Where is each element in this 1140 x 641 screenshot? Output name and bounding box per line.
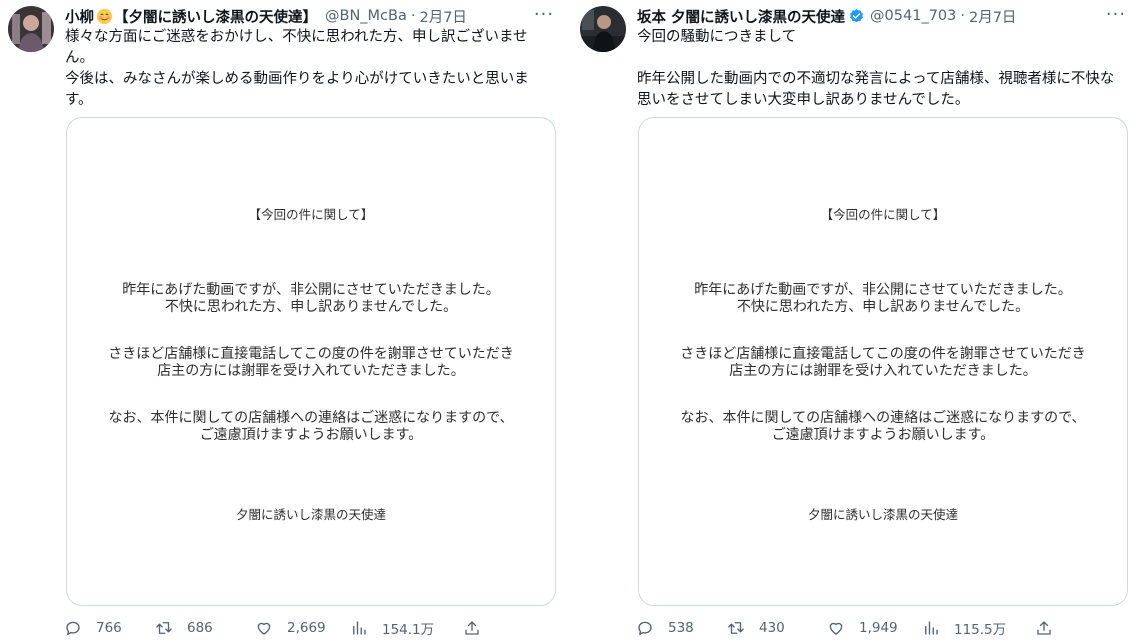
retweet-count: 430 bbox=[759, 620, 785, 636]
card-line: 昨年にあげた動画ですが、非公開にさせていただきました。 bbox=[694, 282, 1072, 298]
reply-icon bbox=[66, 621, 80, 636]
card-signature: 夕闇に誘いし漆黒の天使達 bbox=[807, 507, 958, 522]
retweet-button[interactable]: 686 bbox=[155, 619, 255, 637]
reply-button[interactable]: 766 bbox=[64, 619, 155, 637]
like-icon bbox=[257, 622, 271, 635]
share-icon bbox=[465, 621, 479, 635]
card-line: ご遠慮頂けますようお願いします。 bbox=[199, 427, 423, 443]
reply-button[interactable]: 538 bbox=[636, 619, 727, 637]
reply-icon bbox=[638, 621, 652, 636]
tweet-text: 今回の騒動につきまして 昨年公開した動画内での不適切な発言によって店舗様、視聴者… bbox=[637, 27, 1125, 111]
separator: · bbox=[410, 8, 416, 24]
views-count: 115.5万 bbox=[954, 622, 1007, 638]
action-bar: 538 430 1,949 115.5万 bbox=[636, 617, 1056, 639]
card-line: 店主の方には謝罪を受け入れていただきました。 bbox=[157, 363, 465, 379]
action-bar: 766 686 2,669 154.1万 bbox=[64, 617, 484, 639]
card-line: 店主の方には謝罪を受け入れていただきました。 bbox=[729, 363, 1037, 379]
avatar[interactable] bbox=[580, 6, 626, 52]
verified-badge-icon bbox=[850, 8, 863, 22]
avatar[interactable] bbox=[8, 6, 54, 52]
more-icon[interactable]: ··· bbox=[1104, 2, 1128, 26]
card-line: なお、本件に関しての店舗様への連絡はご迷惑になりますので、 bbox=[680, 410, 1086, 426]
user-handle[interactable]: @BN_McBa bbox=[325, 8, 407, 24]
retweet-count: 686 bbox=[187, 620, 213, 636]
image-card[interactable]: 【今回の件に関して】 昨年にあげた動画ですが、非公開にさせていただきました。 不… bbox=[638, 117, 1128, 606]
card-line: ご遠慮頂けますようお願いします。 bbox=[771, 427, 995, 443]
like-count: 1,949 bbox=[859, 620, 898, 636]
display-name[interactable]: 坂本 夕闇に誘いし漆黒の天使達 bbox=[637, 6, 845, 27]
views-count: 154.1万 bbox=[382, 622, 435, 638]
card-line: 昨年にあげた動画ですが、非公開にさせていただきました。 bbox=[122, 282, 500, 298]
tweet-text: 様々な方面にご迷惑をおかけし、不快に思われた方、申し訳ございません。 今後は、み… bbox=[65, 27, 553, 111]
card-signature: 夕闇に誘いし漆黒の天使達 bbox=[235, 507, 386, 522]
card-paragraph-3: なお、本件に関しての店舗様への連絡はご迷惑になりますので、 ご遠慮頂けますようお… bbox=[67, 410, 555, 444]
separator: · bbox=[960, 8, 965, 24]
card-title: 【今回の件に関して】 bbox=[820, 207, 946, 222]
tweet-line: 今後は、みなさんが楽しめる動画作りをより心がけていきたいと思います。 bbox=[65, 71, 529, 108]
tweet-left: 小柳 【夕闇に誘いし漆黒の天使達】 @BN_McBa · 2月7日 ··· 様々… bbox=[0, 0, 560, 641]
card-line: さきほど店舗様に直接電話してこの度の件を謝罪させていただき bbox=[108, 346, 514, 362]
more-icon[interactable]: ··· bbox=[532, 2, 556, 26]
share-button[interactable] bbox=[1035, 619, 1055, 637]
retweet-icon bbox=[156, 622, 172, 634]
like-button[interactable]: 1,949 bbox=[827, 619, 922, 637]
tweet-header: 坂本 夕闇に誘いし漆黒の天使達 @0541_703 · 2月7日 bbox=[637, 5, 1126, 27]
views-icon bbox=[353, 621, 366, 635]
card-title: 【今回の件に関して】 bbox=[248, 207, 374, 222]
card-line: 不快に思われた方、申し訳ありませんでした。 bbox=[736, 299, 1030, 315]
card-paragraph-2: さきほど店舗様に直接電話してこの度の件を謝罪させていただき 店主の方には謝罪を受… bbox=[67, 346, 555, 380]
card-paragraph-2: さきほど店舗様に直接電話してこの度の件を謝罪させていただき 店主の方には謝罪を受… bbox=[639, 346, 1127, 380]
tweet-date[interactable]: 2月7日 bbox=[969, 6, 1016, 27]
reply-count: 766 bbox=[96, 620, 122, 636]
card-paragraph-1: 昨年にあげた動画ですが、非公開にさせていただきました。 不快に思われた方、申し訳… bbox=[639, 282, 1127, 316]
retweet-icon bbox=[728, 622, 744, 634]
views-button[interactable]: 154.1万 bbox=[350, 618, 463, 638]
card-paragraph-1: 昨年にあげた動画ですが、非公開にさせていただきました。 不快に思われた方、申し訳… bbox=[67, 282, 555, 316]
like-button[interactable]: 2,669 bbox=[255, 619, 350, 637]
card-line: さきほど店舗様に直接電話してこの度の件を謝罪させていただき bbox=[680, 346, 1086, 362]
tweet-line: 昨年公開した動画内での不適切な発言によって店舗様、視聴者様に不快な思いをさせてし… bbox=[637, 71, 1115, 108]
retweet-button[interactable]: 430 bbox=[727, 619, 827, 637]
card-line: 不快に思われた方、申し訳ありませんでした。 bbox=[164, 299, 458, 315]
user-handle[interactable]: @0541_703 bbox=[870, 8, 956, 24]
tweet-date[interactable]: 2月7日 bbox=[419, 6, 466, 27]
views-button[interactable]: 115.5万 bbox=[922, 618, 1035, 638]
tweet-header: 小柳 【夕闇に誘いし漆黒の天使達】 @BN_McBa · 2月7日 bbox=[65, 5, 554, 27]
tweet-line: 今回の騒動につきまして bbox=[637, 29, 797, 45]
card-paragraph-3: なお、本件に関しての店舗様への連絡はご迷惑になりますので、 ご遠慮頂けますようお… bbox=[639, 410, 1127, 444]
display-name[interactable]: 小柳 bbox=[65, 6, 94, 27]
image-card[interactable]: 【今回の件に関して】 昨年にあげた動画ですが、非公開にさせていただきました。 不… bbox=[66, 117, 556, 606]
share-button[interactable] bbox=[463, 619, 483, 637]
views-icon bbox=[925, 621, 938, 635]
share-icon bbox=[1037, 621, 1051, 635]
card-line: なお、本件に関しての店舗様への連絡はご迷惑になりますので、 bbox=[108, 410, 514, 426]
reply-count: 538 bbox=[668, 620, 694, 636]
display-name-suffix[interactable]: 【夕闇に誘いし漆黒の天使達】 bbox=[114, 6, 317, 27]
tweet-right: 坂本 夕闇に誘いし漆黒の天使達 @0541_703 · 2月7日 ··· 今回の… bbox=[572, 0, 1132, 641]
tweet-line: 様々な方面にご迷惑をおかけし、不快に思われた方、申し訳ございません。 bbox=[65, 29, 528, 66]
smiling-face-emoji-icon bbox=[96, 8, 113, 24]
like-icon bbox=[829, 622, 843, 635]
like-count: 2,669 bbox=[287, 620, 326, 636]
